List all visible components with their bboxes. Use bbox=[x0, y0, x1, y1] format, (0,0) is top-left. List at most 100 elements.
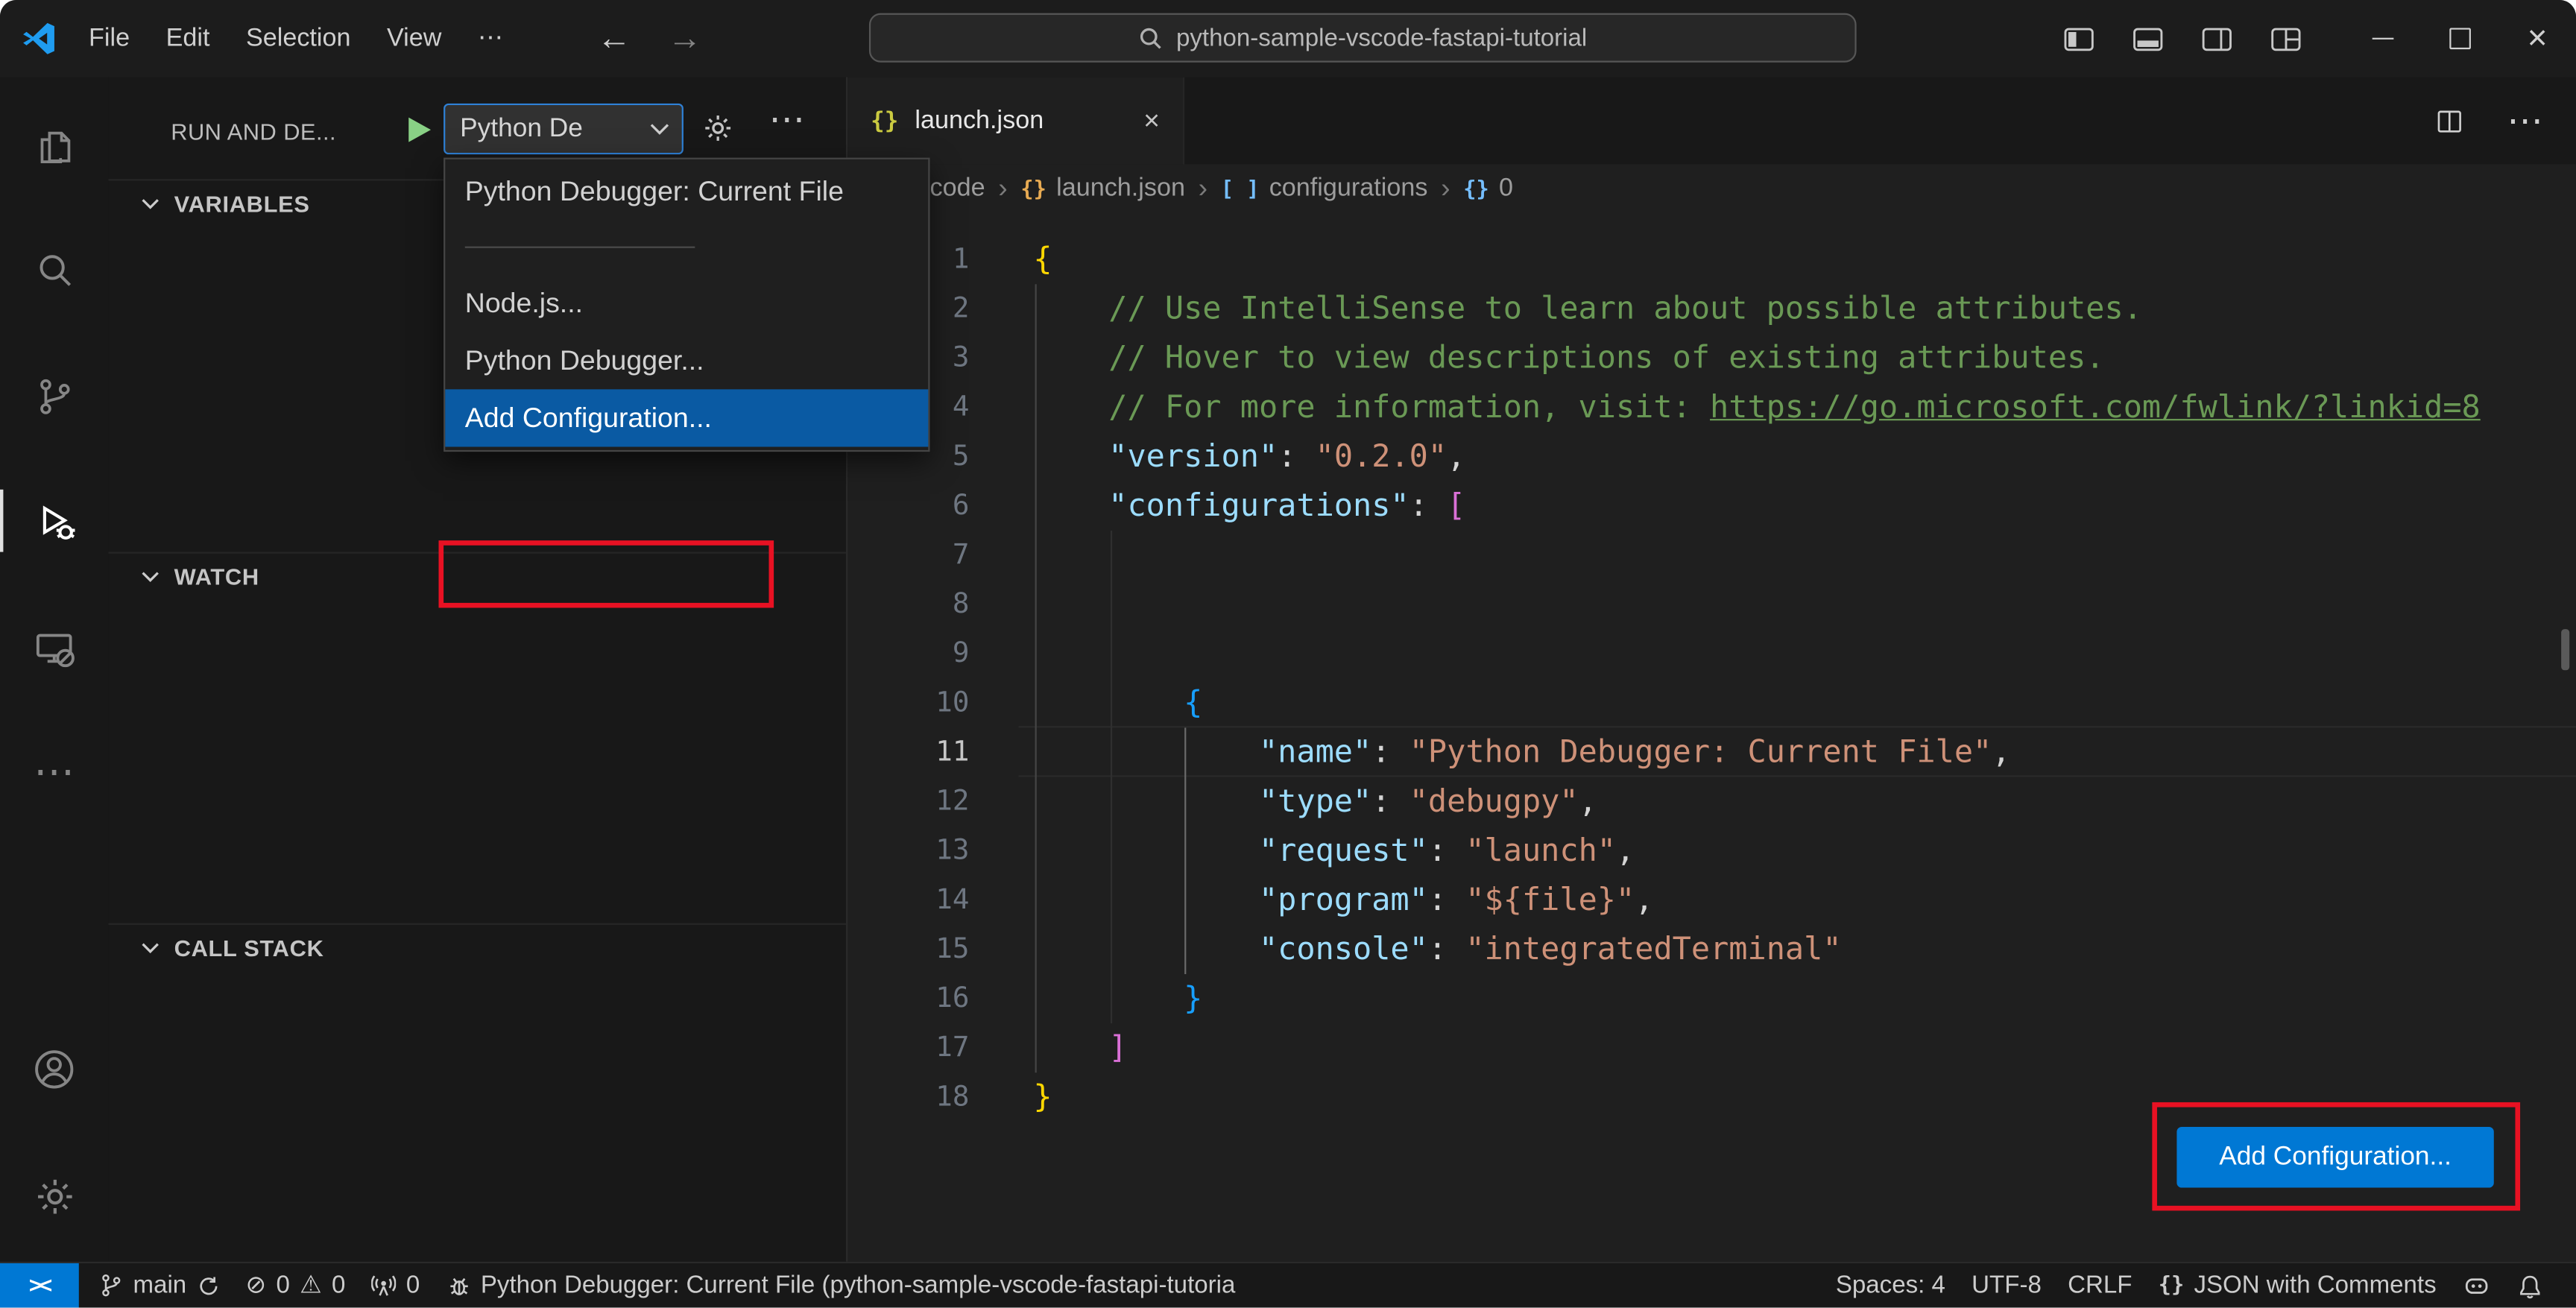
code-line-15[interactable]: "console": "integratedTerminal" bbox=[1033, 925, 2576, 974]
remote-explorer-icon[interactable] bbox=[0, 603, 108, 695]
menu-item-add-configuration[interactable]: Add Configuration... bbox=[445, 389, 929, 447]
code-line-16[interactable]: } bbox=[1033, 974, 2576, 1023]
bell-icon bbox=[2517, 1272, 2543, 1298]
explorer-icon[interactable] bbox=[0, 100, 108, 192]
code-line-4[interactable]: // For more information, visit: https://… bbox=[1033, 383, 2576, 432]
line-number-10[interactable]: 10 bbox=[847, 678, 969, 727]
open-launch-json-gear-icon[interactable] bbox=[701, 112, 734, 145]
code-line-12[interactable]: "type": "debugpy", bbox=[1033, 777, 2576, 827]
code-line-1[interactable]: { bbox=[1033, 235, 2576, 284]
panel-more-actions[interactable]: ⋯ bbox=[769, 98, 805, 141]
breadcrumb-label: launch.json bbox=[1056, 174, 1185, 203]
code-line-13[interactable]: "request": "launch", bbox=[1033, 827, 2576, 876]
breadcrumb-configurations[interactable]: [ ] configurations bbox=[1221, 174, 1428, 204]
code-line-6[interactable]: "configurations": [ bbox=[1033, 481, 2576, 531]
code-line-7[interactable] bbox=[1033, 531, 2576, 580]
line-number-7[interactable]: 7 bbox=[847, 531, 970, 580]
menu-more[interactable]: ⋯ bbox=[460, 15, 522, 63]
toggle-secondary-sidebar-icon[interactable] bbox=[2201, 25, 2232, 51]
back-arrow-icon[interactable]: ← bbox=[597, 19, 631, 58]
split-editor-icon[interactable] bbox=[2434, 107, 2464, 133]
code-line-3[interactable]: // Hover to view descriptions of existin… bbox=[1033, 333, 2576, 382]
code-line-10[interactable]: { bbox=[1033, 678, 2576, 727]
line-number-15[interactable]: 15 bbox=[847, 925, 969, 974]
code-area[interactable]: 1 2 3 4 5 6 7 8 9 10 11 12 13 14 15 16 17 18 { // Use Int… bbox=[847, 214, 2576, 1262]
breadcrumb-label: configurations bbox=[1269, 174, 1428, 203]
ports-item[interactable]: 0 bbox=[359, 1263, 433, 1308]
code-line-11[interactable]: "name": "Python Debugger: Current File", bbox=[1033, 727, 2576, 777]
line-number-9[interactable]: 9 bbox=[847, 629, 970, 678]
call-stack-header[interactable]: CALL STACK bbox=[108, 925, 846, 971]
code-line-8[interactable] bbox=[1033, 580, 2576, 629]
minimize-button[interactable] bbox=[2344, 0, 2422, 78]
editor-more-actions[interactable]: ⋯ bbox=[2507, 99, 2542, 142]
bug-icon bbox=[446, 1274, 471, 1298]
vscode-window: File Edit Selection View ⋯ ← → python-sample… bbox=[0, 0, 2576, 1308]
indentation-item[interactable]: Spaces: 4 bbox=[1822, 1263, 1958, 1308]
toggle-panel-icon[interactable] bbox=[2133, 25, 2164, 51]
breadcrumb-code[interactable]: code bbox=[930, 174, 985, 204]
line-number-12[interactable]: 12 bbox=[847, 777, 969, 827]
code-line-17[interactable]: ] bbox=[1033, 1023, 2576, 1072]
start-debugging-button[interactable] bbox=[397, 110, 437, 150]
code-line-2[interactable]: // Use IntelliSense to learn about possi… bbox=[1033, 284, 2576, 333]
line-number-13[interactable]: 13 bbox=[847, 827, 969, 876]
menu-selection[interactable]: Selection bbox=[228, 16, 369, 62]
menu-file[interactable]: File bbox=[71, 16, 148, 62]
status-bar: >< main ⊘ 0 ⚠ 0 0 Python Debugger: Curre… bbox=[0, 1261, 2576, 1308]
code-line-5[interactable]: "version": "0.2.0", bbox=[1033, 432, 2576, 481]
forward-arrow-icon[interactable]: → bbox=[668, 19, 702, 58]
line-number-14[interactable]: 14 bbox=[847, 876, 969, 925]
problems-item[interactable]: ⊘ 0 ⚠ 0 bbox=[233, 1263, 359, 1308]
run-and-debug-icon[interactable] bbox=[0, 475, 108, 566]
menu-item-python-debugger[interactable]: Python Debugger... bbox=[445, 332, 928, 389]
code-line-18[interactable]: } bbox=[1033, 1072, 2576, 1122]
copilot-item[interactable] bbox=[2449, 1263, 2504, 1308]
watch-header[interactable]: WATCH bbox=[108, 554, 846, 600]
scrollbar-thumb[interactable] bbox=[2561, 629, 2570, 671]
code-line-9[interactable] bbox=[1033, 629, 2576, 678]
breadcrumb-launch-json[interactable]: {} launch.json bbox=[1020, 174, 1185, 204]
tab-bar: {} launch.json × ⋯ bbox=[847, 77, 2576, 165]
line-number-17[interactable]: 17 bbox=[847, 1023, 969, 1072]
line-number-11[interactable]: 11 bbox=[847, 727, 969, 777]
tab-close-icon[interactable]: × bbox=[1143, 104, 1160, 137]
command-center-search[interactable]: python-sample-vscode-fastapi-tutorial bbox=[868, 13, 1857, 63]
menu-edit[interactable]: Edit bbox=[148, 16, 227, 62]
code-lines: { // Use IntelliSense to learn about pos… bbox=[1033, 235, 2576, 1122]
language-mode-item[interactable]: {} JSON with Comments bbox=[2145, 1263, 2449, 1308]
breadcrumb-0[interactable]: {} 0 bbox=[1463, 174, 1513, 204]
source-control-icon[interactable] bbox=[0, 350, 108, 441]
status-right: Spaces: 4 UTF-8 CRLF {} JSON with Commen… bbox=[1822, 1263, 2576, 1308]
settings-gear-icon[interactable] bbox=[0, 1150, 108, 1242]
titlebar-right: × bbox=[2063, 0, 2576, 78]
menu-item-node-js[interactable]: Node.js... bbox=[445, 274, 928, 332]
notifications-item[interactable] bbox=[2504, 1263, 2557, 1308]
menu-item-python-debugger-current-file[interactable]: Python Debugger: Current File bbox=[445, 162, 928, 220]
add-configuration-button[interactable]: Add Configuration... bbox=[2176, 1126, 2494, 1188]
accounts-icon[interactable] bbox=[0, 1023, 108, 1115]
code-line-14[interactable]: "program": "${file}", bbox=[1033, 876, 2576, 925]
line-number-18[interactable]: 18 bbox=[847, 1072, 969, 1122]
remote-indicator[interactable]: >< bbox=[0, 1263, 79, 1308]
warning-icon: ⚠ bbox=[300, 1271, 322, 1300]
panel-title: RUN AND DE... bbox=[171, 118, 337, 145]
line-number-6[interactable]: 6 bbox=[847, 481, 970, 531]
additional-views-icon[interactable]: ⋯ bbox=[0, 726, 108, 818]
line-number-8[interactable]: 8 bbox=[847, 580, 970, 629]
menu-view[interactable]: View bbox=[369, 16, 460, 62]
toggle-sidebar-icon[interactable] bbox=[2063, 25, 2094, 51]
maximize-button[interactable] bbox=[2422, 0, 2499, 78]
debug-configuration-picker[interactable]: Python De bbox=[443, 103, 684, 155]
debug-config-item[interactable]: Python Debugger: Current File (python-sa… bbox=[433, 1263, 1248, 1308]
eol-item[interactable]: CRLF bbox=[2054, 1263, 2145, 1308]
tab-launch-json[interactable]: {} launch.json × bbox=[847, 77, 1185, 165]
search-view-icon[interactable] bbox=[0, 224, 108, 315]
customize-layout-icon[interactable] bbox=[2270, 25, 2302, 51]
encoding-item[interactable]: UTF-8 bbox=[1959, 1263, 2055, 1308]
search-text: python-sample-vscode-fastapi-tutorial bbox=[1175, 23, 1588, 52]
line-number-16[interactable]: 16 bbox=[847, 974, 969, 1023]
close-button[interactable]: × bbox=[2498, 0, 2576, 78]
branch-item[interactable]: main bbox=[86, 1263, 233, 1308]
section-label: VARIABLES bbox=[174, 190, 310, 217]
